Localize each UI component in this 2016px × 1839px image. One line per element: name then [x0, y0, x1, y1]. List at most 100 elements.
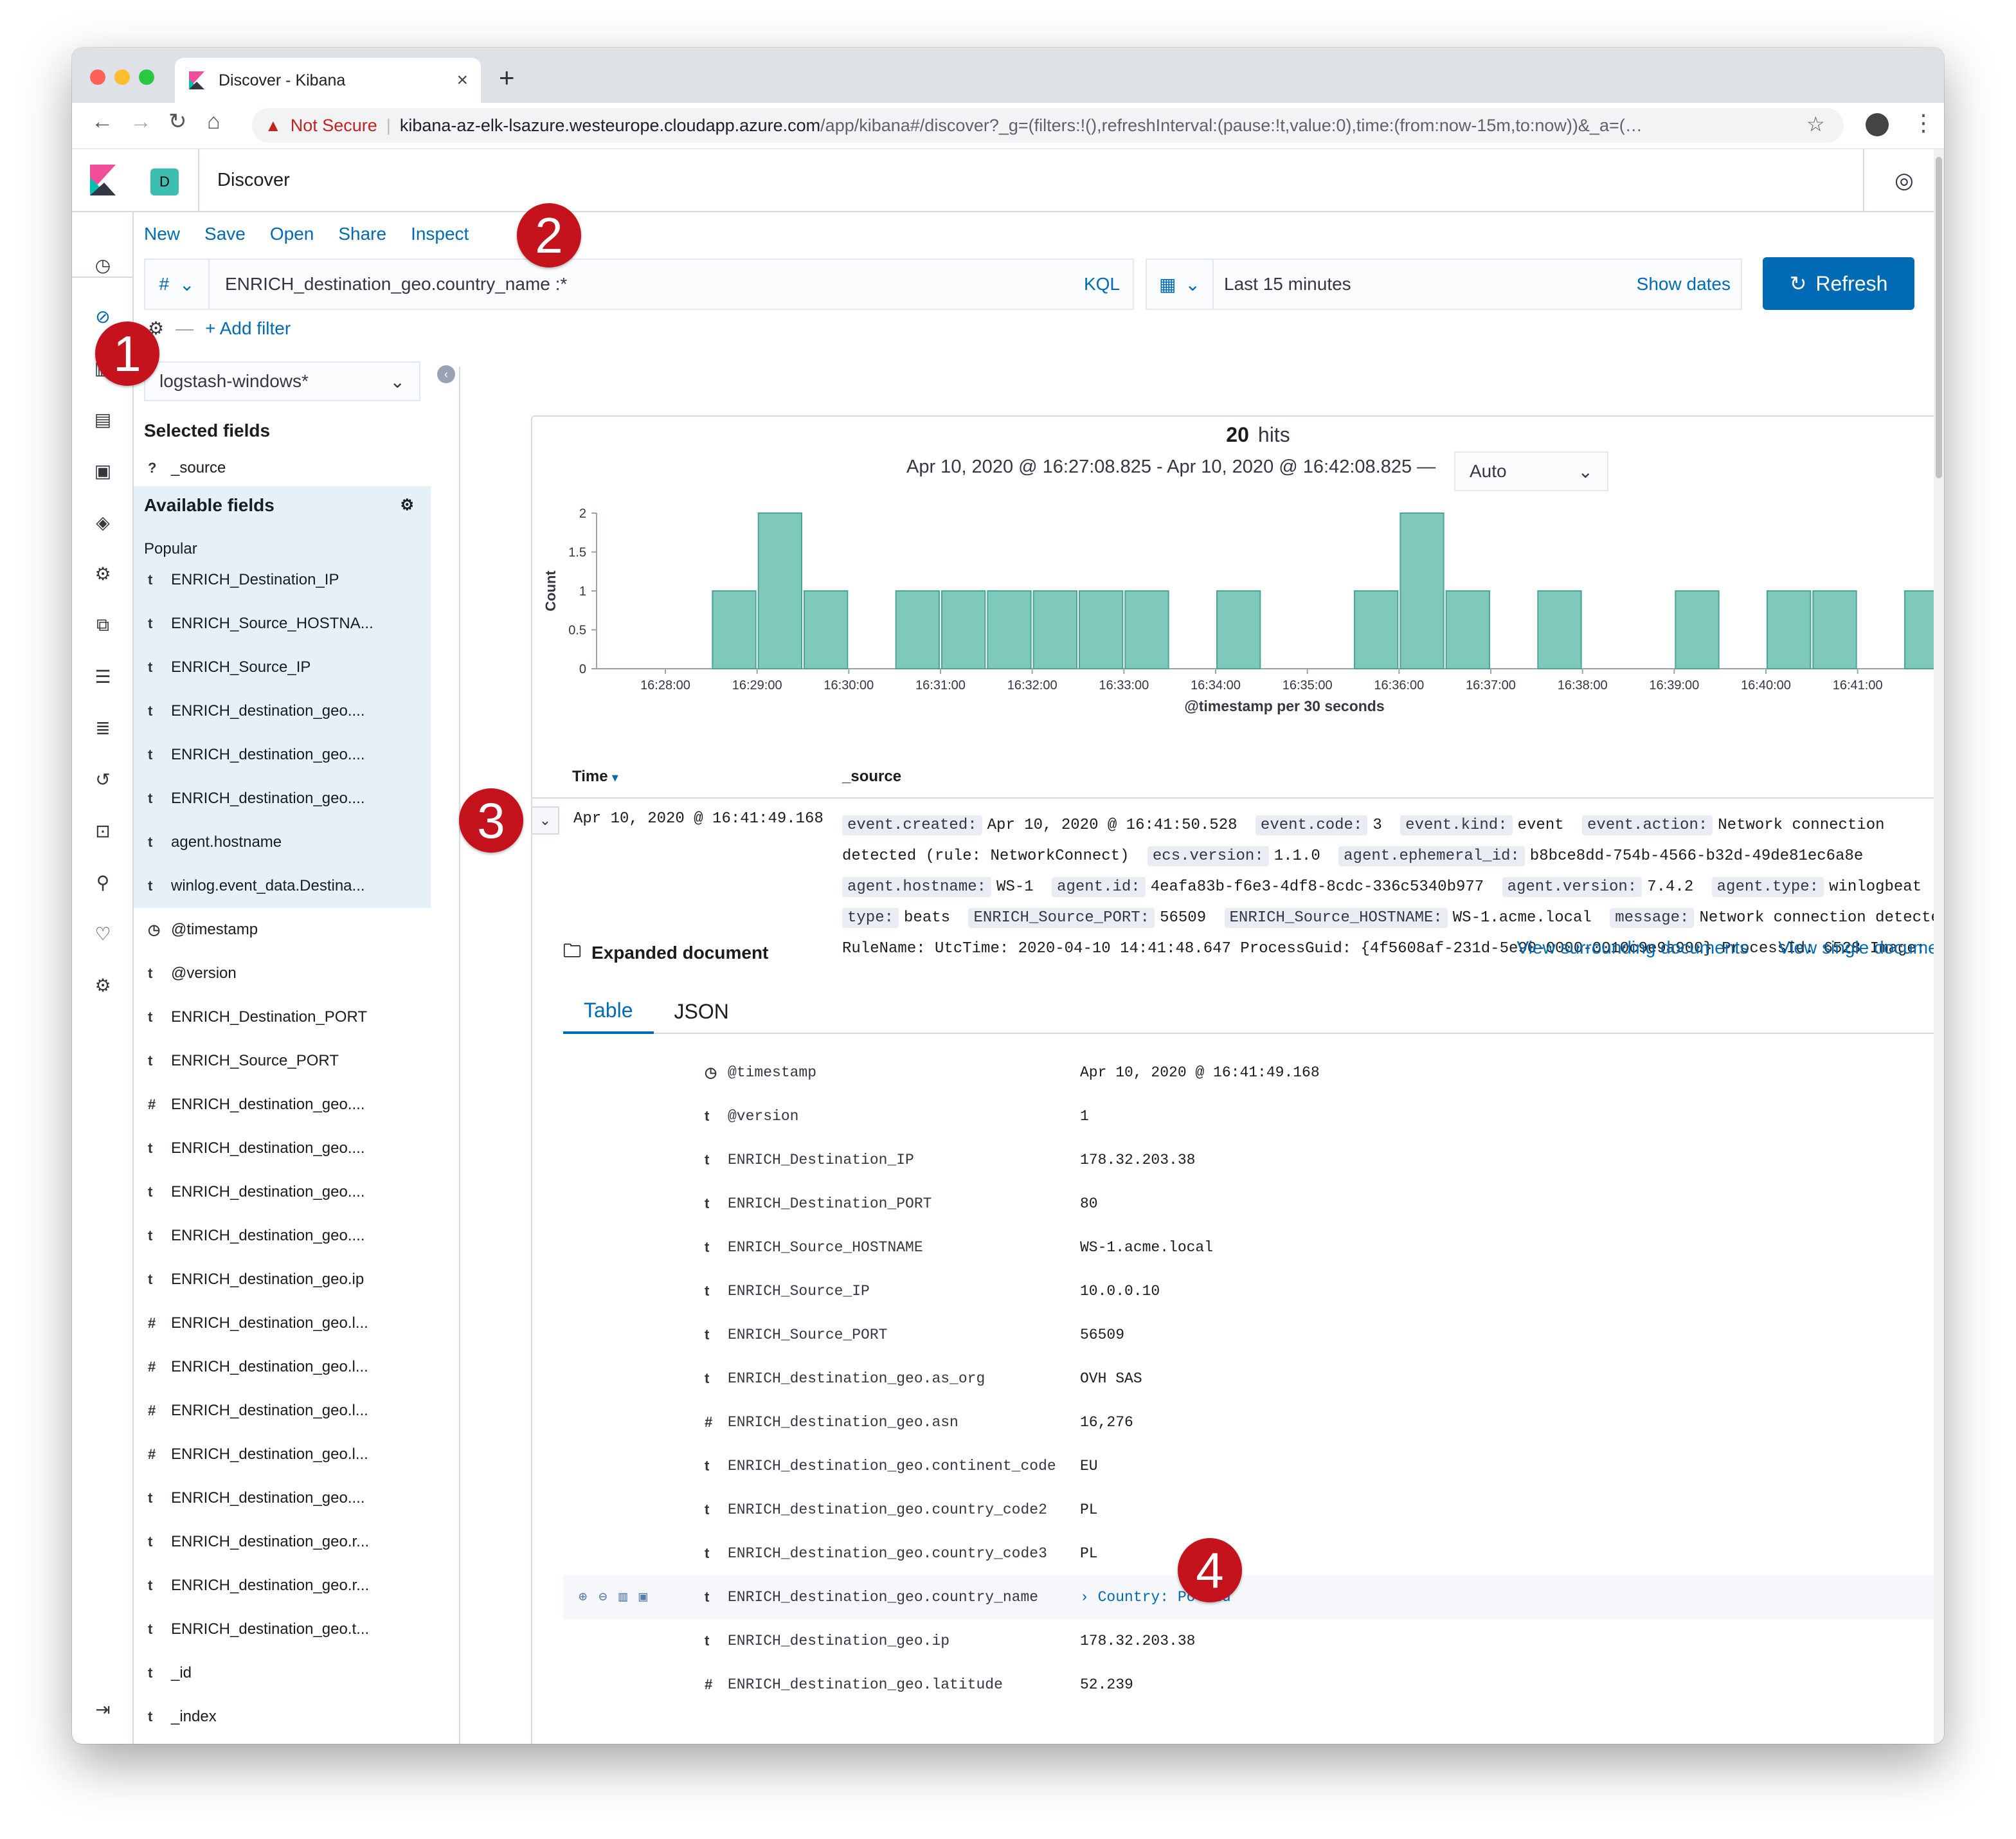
time-range-label[interactable]: Last 15 minutes	[1214, 274, 1637, 294]
discover-compass-icon[interactable]: ⊘	[91, 305, 114, 328]
dev-tools-icon[interactable]: ⚲	[91, 871, 114, 894]
tab-json[interactable]: JSON	[654, 989, 750, 1034]
scrollbar-thumb[interactable]	[1936, 157, 1942, 478]
histogram-bar[interactable]	[1216, 590, 1261, 669]
histogram-bar[interactable]	[1675, 590, 1720, 669]
field-item[interactable]: t ENRICH_Source_PORT	[144, 1039, 437, 1083]
field-item[interactable]: t ENRICH_Destination_IP	[144, 558, 431, 602]
filter-for-value-icon[interactable]: ⊕	[579, 1589, 587, 1606]
field-item[interactable]: t ENRICH_destination_geo....	[144, 1476, 437, 1520]
new-tab-button[interactable]: +	[499, 64, 515, 91]
histogram-bar[interactable]	[1445, 590, 1490, 669]
expand-row-chevron-icon[interactable]: ⌄	[531, 806, 559, 835]
close-window-button[interactable]	[90, 69, 105, 85]
histogram-bar[interactable]	[1079, 590, 1124, 669]
field-item[interactable]: ◷ @timestamp	[144, 908, 437, 952]
browser-menu-icon[interactable]: ⋮	[1912, 109, 1935, 136]
field-item[interactable]: t ENRICH_Source_IP	[144, 646, 431, 689]
field-item[interactable]: t ENRICH_destination_geo....	[144, 689, 431, 733]
query-type-menu[interactable]: # ⌄	[145, 260, 210, 309]
histogram-bar[interactable]	[987, 590, 1032, 669]
interval-select[interactable]: Auto ⌄	[1454, 451, 1608, 491]
uptime-icon[interactable]: ↺	[91, 768, 114, 791]
home-icon[interactable]: ⌂	[207, 111, 221, 132]
kql-toggle[interactable]: KQL	[1084, 274, 1133, 294]
recent-icon[interactable]: ◷	[91, 253, 114, 276]
maximize-window-button[interactable]	[139, 69, 154, 85]
dashboard-icon[interactable]: ▤	[91, 408, 114, 431]
field-item[interactable]: t ENRICH_destination_geo....	[144, 1127, 437, 1170]
field-item[interactable]: t ENRICH_destination_geo.r...	[144, 1520, 437, 1564]
inspect-button[interactable]: Inspect	[411, 224, 469, 244]
time-column-header[interactable]: Time ▾	[572, 768, 618, 786]
profile-avatar-icon[interactable]	[1866, 113, 1889, 136]
histogram-bar[interactable]	[1812, 590, 1857, 669]
field-item[interactable]: t ENRICH_destination_geo....	[144, 733, 431, 777]
histogram-bar[interactable]	[1354, 590, 1399, 669]
histogram-bar[interactable]	[712, 590, 757, 669]
quick-select-button[interactable]: ▦ ⌄	[1147, 260, 1214, 309]
canvas-icon[interactable]: ▣	[91, 459, 114, 482]
field-item[interactable]: t agent.hostname	[144, 820, 431, 864]
field-item[interactable]: t ENRICH_destination_geo.ip	[144, 1258, 437, 1301]
field-item[interactable]: t @version	[144, 952, 437, 995]
filter-exists-icon[interactable]: ▣	[639, 1589, 647, 1606]
histogram-bar[interactable]	[1767, 590, 1812, 669]
field-item[interactable]: t ENRICH_destination_geo....	[144, 777, 431, 820]
management-gear-icon[interactable]: ⚙	[91, 974, 114, 997]
field-item[interactable]: # ENRICH_destination_geo....	[144, 1083, 437, 1127]
ml-icon[interactable]: ⚙	[91, 562, 114, 585]
histogram-bar[interactable]	[1032, 590, 1078, 669]
collapse-nav-icon[interactable]: ⇥	[91, 1698, 114, 1721]
histogram-bar[interactable]	[757, 512, 802, 669]
collapse-sidebar-icon[interactable]: ‹	[437, 365, 455, 383]
share-button[interactable]: Share	[338, 224, 386, 244]
minimize-window-button[interactable]	[114, 69, 130, 85]
bookmark-star-icon[interactable]: ☆	[1806, 112, 1825, 136]
show-dates-link[interactable]: Show dates	[1637, 274, 1741, 294]
field-item[interactable]: # ENRICH_destination_geo.l...	[144, 1301, 437, 1345]
histogram-bar[interactable]	[1400, 512, 1444, 669]
field-item[interactable]: t ENRICH_Source_HOSTNA...	[144, 602, 431, 646]
toggle-column-icon[interactable]: ▥	[619, 1589, 627, 1606]
field-item[interactable]: t ENRICH_destination_geo.r...	[144, 1564, 437, 1608]
field-item[interactable]: # ENRICH_destination_geo.l...	[144, 1389, 437, 1433]
maps-icon[interactable]: ◈	[91, 511, 114, 534]
back-icon[interactable]: ←	[91, 111, 113, 132]
help-icon[interactable]: ◎	[1863, 149, 1944, 212]
filter-out-value-icon[interactable]: ⊖	[598, 1589, 607, 1606]
histogram-bar[interactable]	[1537, 590, 1582, 669]
field-item[interactable]: t _id	[144, 1651, 437, 1695]
sort-desc-icon[interactable]: ▾	[612, 771, 618, 784]
field-item[interactable]: t _index	[144, 1695, 437, 1739]
reload-icon[interactable]: ↻	[168, 111, 187, 132]
query-input[interactable]: ENRICH_destination_geo.country_name :*	[210, 274, 1084, 294]
space-avatar[interactable]: D	[150, 168, 179, 195]
page-scrollbar[interactable]	[1934, 149, 1944, 1744]
histogram-bar[interactable]	[804, 590, 849, 669]
kibana-logo-icon[interactable]	[90, 165, 116, 195]
forward-icon[interactable]: →	[130, 111, 152, 132]
open-button[interactable]: Open	[270, 224, 314, 244]
field-item[interactable]: t ENRICH_destination_geo....	[144, 1214, 437, 1258]
browser-tab[interactable]: Discover - Kibana ×	[175, 58, 481, 103]
field-item[interactable]: t ENRICH_destination_geo.t...	[144, 1608, 437, 1651]
tab-table[interactable]: Table	[563, 989, 654, 1034]
siem-lock-icon[interactable]: ⊡	[91, 819, 114, 842]
field-item[interactable]: t ENRICH_Destination_PORT	[144, 995, 437, 1039]
save-button[interactable]: Save	[204, 224, 246, 244]
index-pattern-select[interactable]: logstash-windows* ⌄	[144, 361, 420, 401]
refresh-button[interactable]: ↻ Refresh	[1763, 257, 1914, 310]
field-item[interactable]: ? _source	[144, 450, 437, 486]
new-button[interactable]: New	[144, 224, 180, 244]
add-filter-button[interactable]: + Add filter	[205, 318, 291, 339]
apm-icon[interactable]: ≣	[91, 716, 114, 739]
view-single-link[interactable]: View single document	[1778, 938, 1944, 958]
field-filter-gear-icon[interactable]: ⚙	[400, 486, 414, 525]
histogram-bar[interactable]	[1124, 590, 1169, 669]
monitoring-icon[interactable]: ♡	[91, 922, 114, 945]
logs-icon[interactable]: ☰	[91, 665, 114, 688]
field-item[interactable]: t ENRICH_destination_geo....	[144, 1170, 437, 1214]
infrastructure-icon[interactable]: ⧉	[91, 613, 114, 637]
histogram-chart[interactable]: 0 0.5 1 1.5 2 16:28:00 16:29:00 16:30:00 16:31:0…	[532, 500, 1944, 745]
